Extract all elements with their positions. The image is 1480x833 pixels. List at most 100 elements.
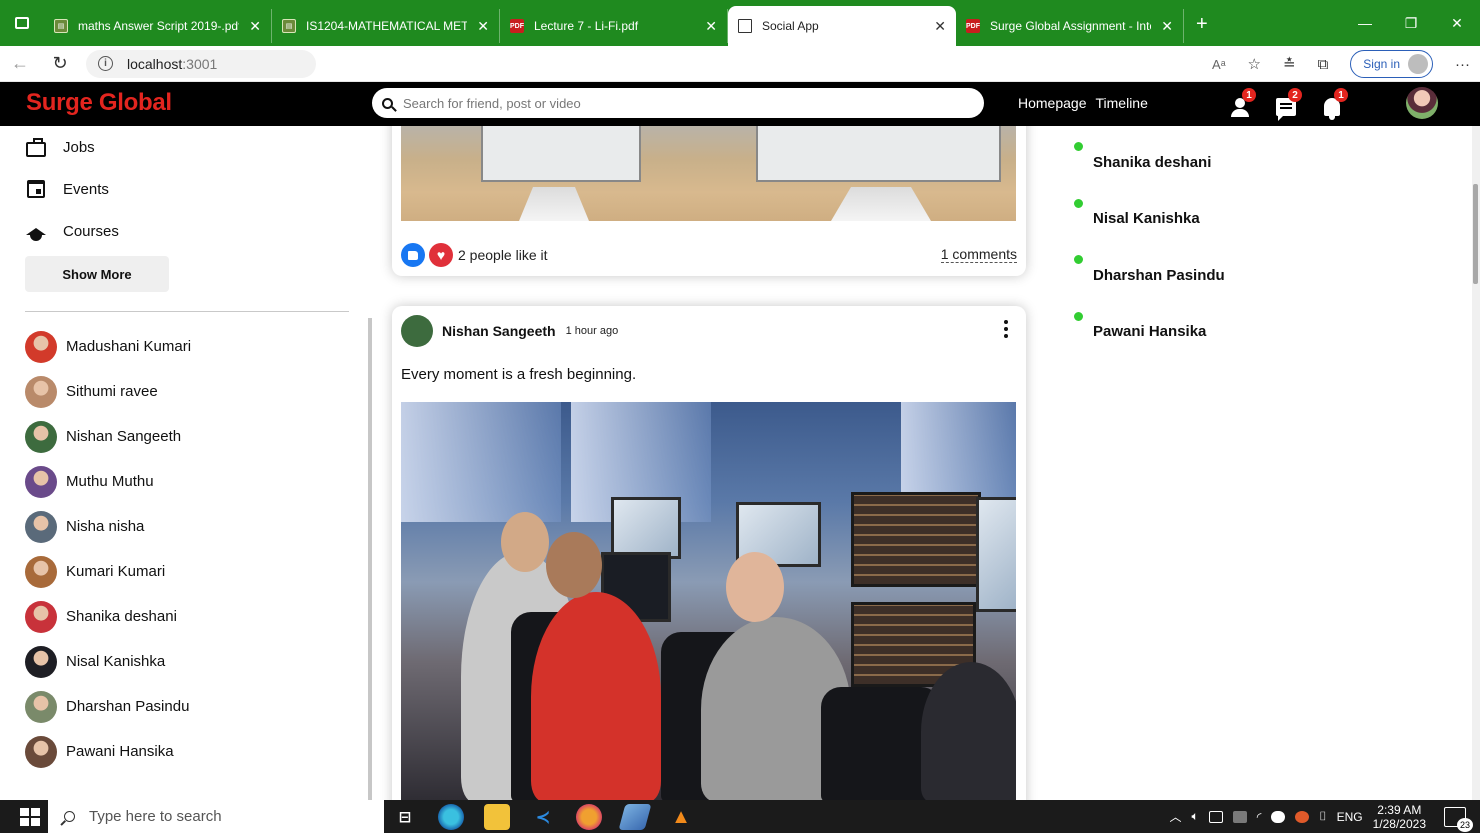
collections-icon[interactable]: ⧉ xyxy=(1318,56,1329,73)
profile-avatar[interactable] xyxy=(1406,87,1438,119)
friend-list-item[interactable]: Nisha nisha xyxy=(25,504,191,549)
friend-name: Sithumi ravee xyxy=(66,383,158,400)
show-more-button[interactable]: Show More xyxy=(25,256,169,292)
sidebar-item-jobs[interactable]: Jobs xyxy=(25,126,119,168)
tab-title: Surge Global Assignment - Intern xyxy=(990,19,1152,33)
online-friend-name: Pawani Hansika xyxy=(1093,323,1207,341)
chevron-up-icon[interactable]: ︿ xyxy=(1170,808,1182,825)
comments-link[interactable]: 1 comments xyxy=(940,247,1017,263)
post-image xyxy=(401,402,1016,800)
friend-list-item[interactable]: Nisal Kanishka xyxy=(25,639,191,684)
like-icon[interactable] xyxy=(401,243,425,267)
friend-list-item[interactable]: Sithumi ravee xyxy=(25,369,191,414)
task-view-icon[interactable]: ⊟ xyxy=(392,804,418,830)
taskbar-search[interactable]: Type here to search xyxy=(48,800,384,833)
reload-icon[interactable]: ↻ xyxy=(40,53,80,74)
friend-requests-button[interactable]: 1 xyxy=(1226,88,1256,118)
avatar[interactable] xyxy=(401,315,433,347)
friend-list-item[interactable]: Shanika deshani xyxy=(25,594,191,639)
timeline-link[interactable]: Timeline xyxy=(1096,95,1148,111)
avatar-wrapper xyxy=(1045,309,1085,351)
edge-browser-icon[interactable] xyxy=(438,804,464,830)
heart-icon[interactable]: ♥ xyxy=(429,243,453,267)
online-friend-item[interactable]: Dharshan Pasindu xyxy=(1045,247,1225,304)
notification-center-icon[interactable]: 23 xyxy=(1444,806,1473,832)
more-vert-icon[interactable] xyxy=(1004,320,1008,338)
friend-list-item[interactable]: Kumari Kumari xyxy=(25,549,191,594)
info-icon[interactable]: i xyxy=(98,56,113,71)
close-icon[interactable]: ✕ xyxy=(1161,18,1173,35)
wifi-icon[interactable]: ◜ xyxy=(1257,810,1262,824)
browser-tab-5[interactable]: PDF Surge Global Assignment - Intern ✕ xyxy=(956,9,1184,43)
windows-start-icon[interactable] xyxy=(20,807,42,826)
notification-count: 23 xyxy=(1457,817,1473,832)
briefcase-icon xyxy=(26,137,46,157)
online-status-dot xyxy=(1072,140,1085,154)
network-icon[interactable]: ⌷ xyxy=(1319,809,1326,824)
browser-tab-2[interactable]: ▤ IS1204-MATHEMATICAL METHOD ✕ xyxy=(272,9,500,43)
page-scrollbar[interactable] xyxy=(1472,126,1480,800)
post-time: 1 hour ago xyxy=(565,325,619,337)
online-status-dot xyxy=(1072,309,1085,323)
close-window-icon[interactable]: ✕ xyxy=(1434,15,1480,32)
avatar-wrapper xyxy=(1045,196,1085,238)
avatar xyxy=(25,375,57,408)
search-bar[interactable] xyxy=(372,88,984,118)
app-logo[interactable]: Surge Global xyxy=(26,89,172,117)
url-field[interactable]: i localhost:3001 xyxy=(86,49,316,78)
close-icon[interactable]: ✕ xyxy=(477,18,489,35)
app-icon[interactable] xyxy=(618,804,652,830)
tab-title: Social App xyxy=(762,19,819,33)
browser-tab-3[interactable]: PDF Lecture 7 - Li-Fi.pdf ✕ xyxy=(500,9,728,43)
notifications-button[interactable]: 1 xyxy=(1318,88,1348,120)
online-friend-name: Shanika deshani xyxy=(1093,153,1212,171)
sidebar-item-courses[interactable]: Courses xyxy=(25,210,119,252)
browser-tab-1[interactable]: ▤ maths Answer Script 2019-.pdf ✕ xyxy=(44,9,272,43)
clock[interactable]: 2:39 AM 1/28/2023 xyxy=(1373,803,1426,831)
online-friend-name: Nisal Kanishka xyxy=(1093,210,1200,228)
close-icon[interactable]: ✕ xyxy=(934,18,946,35)
online-friend-item[interactable]: Nisal Kanishka xyxy=(1045,191,1225,248)
sidebar-item-events[interactable]: Events xyxy=(25,168,119,210)
sign-in-button[interactable]: Sign in xyxy=(1350,50,1433,78)
more-options-icon[interactable]: ··· xyxy=(1455,56,1470,73)
language-indicator[interactable]: ENG xyxy=(1337,810,1363,824)
tray-sync-icon[interactable] xyxy=(1295,810,1310,823)
minimize-icon[interactable]: — xyxy=(1342,15,1388,31)
browser-tab-social-app[interactable]: Social App ✕ xyxy=(728,6,956,46)
search-input[interactable] xyxy=(403,95,963,111)
calendar-icon xyxy=(27,180,45,198)
online-friend-item[interactable]: Shanika deshani xyxy=(1045,134,1225,191)
firefox-icon[interactable] xyxy=(576,804,602,830)
file-explorer-icon[interactable] xyxy=(484,804,510,830)
friend-list-item[interactable]: Pawani Hansika xyxy=(25,729,191,774)
onedrive-icon[interactable] xyxy=(1271,810,1286,823)
sidebar-divider xyxy=(25,311,349,312)
friend-list-item[interactable]: Dharshan Pasindu xyxy=(25,684,191,729)
close-icon[interactable]: ✕ xyxy=(705,18,717,35)
favorite-add-icon[interactable]: ☆ xyxy=(1248,55,1261,73)
friend-list-item[interactable]: Madushani Kumari xyxy=(25,324,191,369)
new-tab-button[interactable]: + xyxy=(1184,13,1220,36)
messages-button[interactable]: 2 xyxy=(1272,88,1302,121)
friend-requests-badge: 1 xyxy=(1242,88,1256,102)
avatar-wrapper xyxy=(1045,140,1085,181)
post-author[interactable]: Nishan Sangeeth xyxy=(442,323,556,339)
read-aloud-icon[interactable]: A͏ᵃ xyxy=(1212,57,1226,72)
tab-actions-icon[interactable] xyxy=(0,0,44,46)
restore-icon[interactable]: ❐ xyxy=(1388,15,1434,32)
tray-app-icon[interactable] xyxy=(1232,810,1247,823)
friend-list-item[interactable]: Muthu Muthu xyxy=(25,459,191,504)
volume-icon[interactable]: 🔈︎ xyxy=(1192,809,1199,824)
vscode-icon[interactable]: ≺ xyxy=(530,804,556,830)
close-icon[interactable]: ✕ xyxy=(249,18,261,35)
online-friend-item[interactable]: Pawani Hansika xyxy=(1045,304,1225,361)
back-arrow-icon[interactable]: ← xyxy=(0,53,40,74)
favorites-icon[interactable]: ≛ xyxy=(1283,55,1296,73)
homepage-link[interactable]: Homepage xyxy=(1018,95,1087,111)
battery-icon[interactable] xyxy=(1208,810,1223,823)
page-scrollbar-thumb[interactable] xyxy=(1473,184,1478,284)
friend-list-item[interactable]: Nishan Sangeeth xyxy=(25,414,191,459)
friend-name: Nisal Kanishka xyxy=(66,653,166,670)
vlc-icon[interactable]: ▲ xyxy=(668,804,694,830)
